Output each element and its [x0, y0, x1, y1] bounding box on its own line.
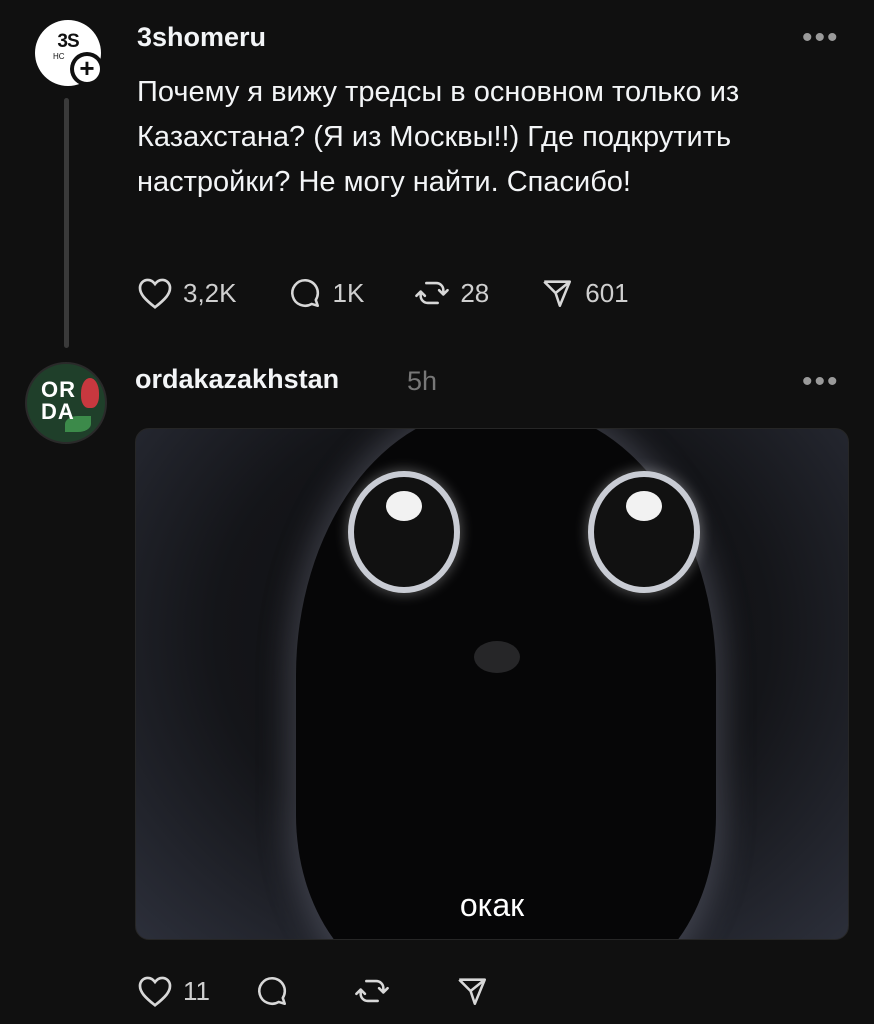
like-button[interactable]: 3,2K	[137, 276, 237, 310]
post-username[interactable]: 3shomeru	[137, 22, 266, 53]
comment-icon	[258, 976, 287, 1006]
avatar-logo-text: 3S	[57, 31, 79, 52]
repost-button[interactable]: 28	[414, 276, 489, 310]
send-icon	[543, 280, 572, 308]
share-button[interactable]	[454, 974, 500, 1008]
avatar-logo-subtext: HC	[53, 52, 65, 61]
heart-icon	[138, 976, 172, 1007]
share-count: 601	[585, 277, 629, 308]
avatar-ordakazakhstan[interactable]: OR DA	[25, 362, 107, 444]
send-icon	[458, 978, 487, 1006]
post-username[interactable]: ordakazakhstan	[135, 364, 339, 395]
avatar-logo-text: OR DA	[41, 377, 76, 424]
post-image[interactable]: окак	[135, 428, 849, 940]
reply-button[interactable]: 1K	[287, 276, 365, 310]
share-button[interactable]: 601	[539, 276, 629, 310]
like-count: 3,2K	[183, 277, 237, 308]
thread-line	[64, 98, 69, 348]
repost-count: 28	[460, 277, 490, 308]
repost-icon	[415, 281, 450, 305]
reply-button[interactable]	[254, 974, 300, 1008]
post-timestamp[interactable]: 5h	[407, 366, 437, 397]
reply-count: 1K	[332, 277, 365, 308]
repost-icon	[355, 979, 389, 1003]
image-caption: окак	[459, 887, 525, 923]
post-text: Почему я вижу тредсы в основном только и…	[137, 76, 740, 198]
cat-nose	[474, 641, 520, 673]
comment-icon	[290, 278, 319, 308]
cat-eye-left	[348, 471, 460, 593]
post-actions: 11	[137, 974, 550, 1008]
heart-icon	[138, 278, 172, 309]
plus-icon: +	[74, 55, 100, 82]
cat-eye-right	[588, 471, 700, 593]
more-options-icon[interactable]: •••	[802, 23, 840, 53]
more-options-icon[interactable]: •••	[802, 367, 840, 397]
follow-button[interactable]: +	[70, 52, 104, 86]
like-button[interactable]: 11	[137, 974, 210, 1008]
post-actions: 3,2K 1K 28 601	[137, 276, 679, 310]
repost-button[interactable]	[354, 974, 400, 1008]
like-count: 11	[183, 975, 210, 1006]
